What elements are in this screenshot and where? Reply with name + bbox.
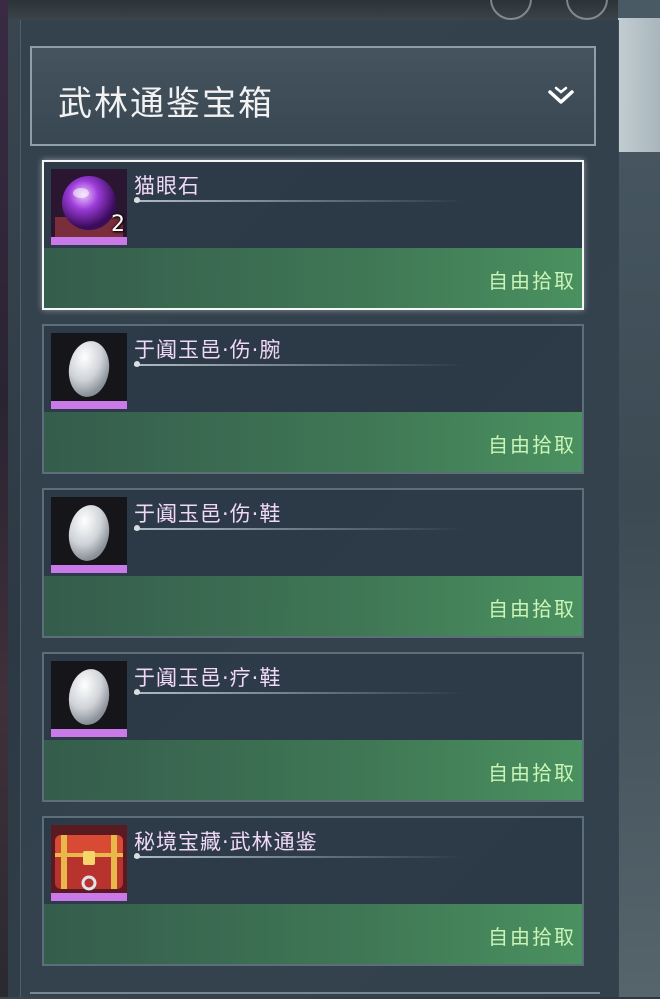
- loot-item[interactable]: 2 猫眼石 自由拾取: [42, 160, 584, 310]
- free-loot-button[interactable]: 自由拾取: [488, 921, 576, 950]
- item-divider: [134, 853, 464, 859]
- free-loot-button[interactable]: 自由拾取: [488, 593, 576, 622]
- item-divider: [134, 197, 464, 203]
- item-name: 于阗玉邑·伤·腕: [134, 338, 282, 362]
- rarity-bar: [51, 401, 127, 409]
- loot-action-strip[interactable]: 自由拾取: [44, 412, 582, 472]
- loot-action-strip[interactable]: 自由拾取: [44, 576, 582, 636]
- rarity-bar: [51, 565, 127, 573]
- item-divider: [134, 361, 464, 367]
- top-circle-button[interactable]: [566, 0, 608, 20]
- item-name: 猫眼石: [134, 174, 200, 198]
- side-panel-edge: [618, 18, 660, 152]
- item-divider: [134, 689, 464, 695]
- item-name: 于阗玉邑·疗·鞋: [134, 666, 282, 690]
- top-circle-button[interactable]: [490, 0, 532, 20]
- jade-stone-icon: [51, 497, 127, 573]
- free-loot-button[interactable]: 自由拾取: [488, 757, 576, 786]
- item-name: 于阗玉邑·伤·鞋: [134, 502, 282, 526]
- rarity-bar: [51, 237, 127, 245]
- loot-item[interactable]: 秘境宝藏·武林通鉴 自由拾取: [42, 816, 584, 966]
- loot-action-strip[interactable]: 自由拾取: [44, 248, 582, 308]
- loot-title: 武林通鉴宝箱: [58, 84, 274, 124]
- loot-item[interactable]: 于阗玉邑·伤·鞋 自由拾取: [42, 488, 584, 638]
- chevron-down-icon[interactable]: [546, 82, 576, 112]
- jade-stone-icon: [51, 333, 127, 409]
- next-item-edge: [30, 992, 600, 999]
- jade-stone-icon: [51, 661, 127, 737]
- background-left: [0, 0, 8, 997]
- loot-item[interactable]: 于阗玉邑·疗·鞋 自由拾取: [42, 652, 584, 802]
- loot-header[interactable]: 武林通鉴宝箱: [30, 46, 596, 146]
- rarity-bar: [51, 893, 127, 901]
- loot-item[interactable]: 于阗玉邑·伤·腕 自由拾取: [42, 324, 584, 474]
- top-bar: [0, 0, 660, 20]
- cat-eye-gem-icon: 2: [51, 169, 127, 245]
- loot-action-strip[interactable]: 自由拾取: [44, 740, 582, 800]
- loot-action-strip[interactable]: 自由拾取: [44, 904, 582, 964]
- item-name: 秘境宝藏·武林通鉴: [134, 830, 318, 854]
- item-divider: [134, 525, 464, 531]
- item-count: 2: [111, 212, 125, 237]
- rarity-bar: [51, 729, 127, 737]
- free-loot-button[interactable]: 自由拾取: [488, 429, 576, 458]
- free-loot-button[interactable]: 自由拾取: [488, 265, 576, 294]
- treasure-chest-icon: [51, 825, 127, 901]
